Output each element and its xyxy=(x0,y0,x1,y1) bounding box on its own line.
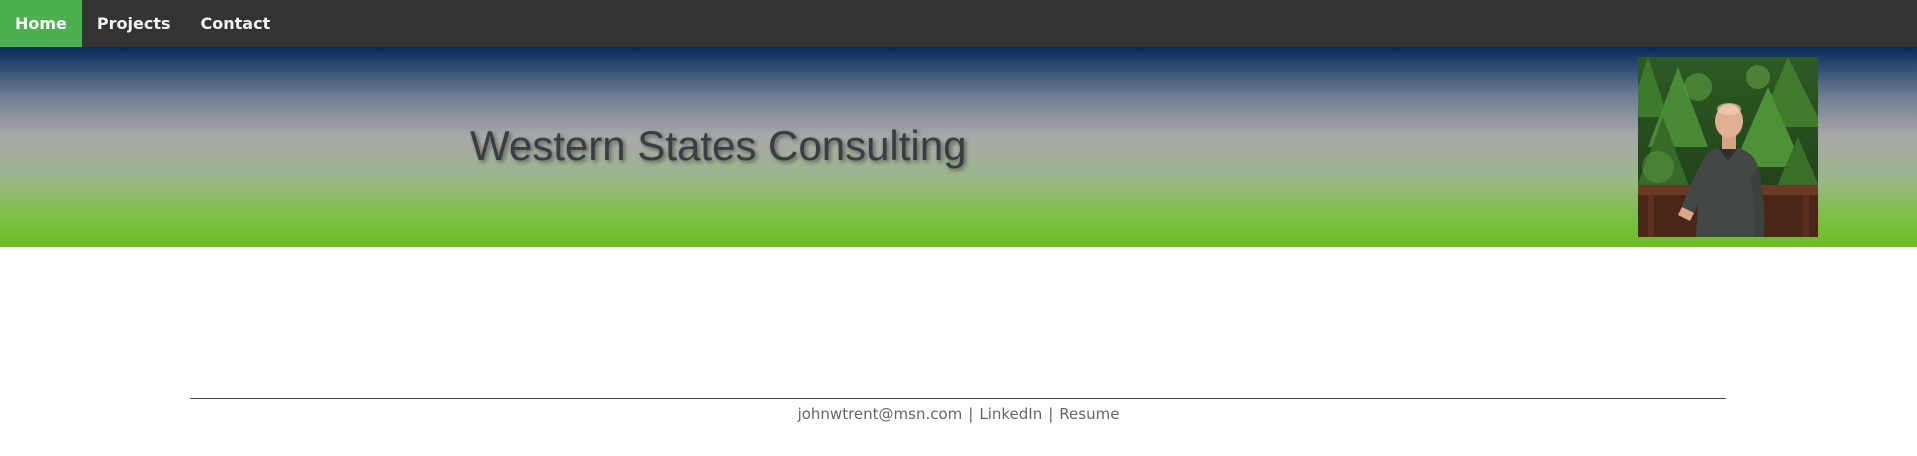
profile-photo xyxy=(1638,57,1818,237)
footer-divider xyxy=(190,398,1726,399)
footer-links: johnwtrent@msn.com | LinkedIn | Resume xyxy=(0,405,1917,423)
nav-contact-link[interactable]: Contact xyxy=(186,0,286,47)
footer-separator: | xyxy=(1048,405,1054,423)
footer-separator: | xyxy=(968,405,974,423)
resume-link[interactable]: Resume xyxy=(1059,405,1119,423)
site-title: Western States Consulting xyxy=(470,122,967,169)
linkedin-link[interactable]: LinkedIn xyxy=(979,405,1042,423)
email-link[interactable]: johnwtrent@msn.com xyxy=(798,405,963,423)
nav-home-link[interactable]: Home xyxy=(0,0,82,47)
nav-projects-link[interactable]: Projects xyxy=(82,0,186,47)
header-banner: Western States Consulting xyxy=(0,47,1917,247)
top-navigation: Home Projects Contact xyxy=(0,0,1917,47)
